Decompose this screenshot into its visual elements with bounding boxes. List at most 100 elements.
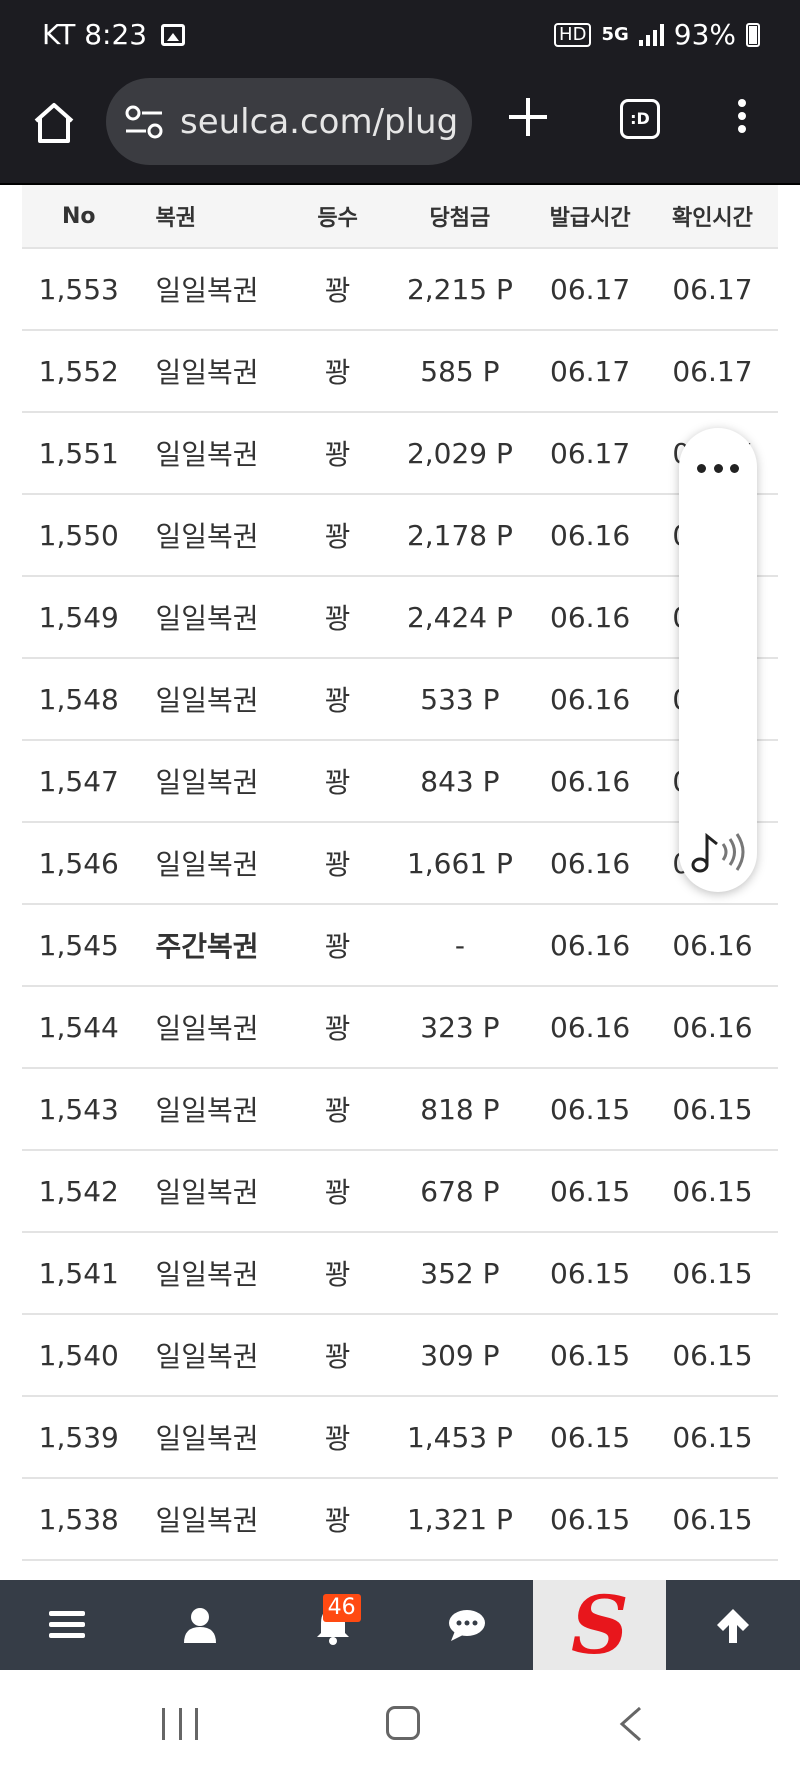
nav-alerts[interactable]: 46 [267,1580,400,1670]
row-lottery: 일일복권 [155,848,259,881]
row-no: 1,551 [38,436,119,470]
row-checked: 06.15 [672,1092,753,1126]
row-rank: 꽝 [324,1094,351,1127]
table-row: 1,551일일복권꽝2,029 P06.1706.17 [22,413,778,495]
system-nav-bar [0,1670,800,1778]
header-lottery: 복권 [155,206,197,231]
more-horiz-icon[interactable] [697,464,739,474]
hd-icon: HD [554,22,592,47]
system-home-icon[interactable] [386,1706,420,1740]
row-checked: 06.15 [672,1420,753,1454]
row-prize: 352 P [420,1256,500,1290]
row-lottery: 일일복권 [155,520,259,553]
row-checked: 06.15 [672,1338,753,1372]
row-lottery: 주간복권 [155,930,259,963]
nav-chat[interactable] [400,1580,533,1670]
nav-scroll-top[interactable] [666,1580,799,1670]
row-prize: 533 P [420,682,500,716]
row-issued: 06.16 [550,846,631,880]
hamburger-icon [48,1611,85,1638]
browser-toolbar: seulca.com/plug :D [0,75,800,185]
row-issued: 06.16 [550,928,631,962]
nav-menu[interactable] [0,1580,133,1670]
row-prize: 2,424 P [406,600,513,634]
back-icon[interactable] [616,1706,646,1742]
chat-bubble-icon [448,1610,485,1641]
row-rank: 꽝 [324,1258,351,1291]
row-checked: 06.17 [672,354,753,388]
row-no: 1,553 [38,272,119,306]
table-row: 1,544 일일복권 꽝 323 P 06.16 06.16 [22,987,778,1069]
table-row: 1,538 일일복권 꽝 1,321 P 06.15 06.15 [22,1479,778,1561]
row-lottery: 일일복권 [155,438,259,471]
row-rank: 꽝 [324,1340,351,1373]
row-no: 1,539 [38,1420,119,1454]
recent-apps-icon[interactable] [162,1708,198,1740]
header-checked: 확인시간 [671,206,753,231]
header-rank: 등수 [317,206,358,231]
row-lottery: 일일복권 [155,1422,259,1455]
row-rank: 꽝 [324,274,351,307]
row-rank: 꽝 [324,438,351,471]
url-text[interactable]: seulca.com/plug [180,102,458,142]
row-no: 1,552 [38,354,119,388]
tabs-icon[interactable]: :D [620,99,660,139]
carrier-time: KT 8:23 [42,18,148,51]
table-header: No 복권 등수 당첨금 발급시간 확인시간 [22,185,778,249]
row-prize: 843 P [420,764,500,798]
row-no: 1,550 [38,518,119,552]
nav-profile[interactable] [133,1580,266,1670]
row-no: 1,547 [38,764,119,798]
floating-toolbar[interactable] [679,428,757,892]
table-row: 1,541 일일복권 꽝 352 P 06.15 06.15 [22,1233,778,1315]
gallery-notification-icon [161,23,186,46]
row-issued: 06.16 [550,1010,631,1044]
table-row: 1,550일일복권꽝2,178 P06.1606.16 [22,495,778,577]
home-icon[interactable] [30,99,78,147]
row-issued: 06.17 [550,354,631,388]
row-rank: 꽝 [324,602,351,635]
table-row: 1,540 일일복권 꽝 309 P 06.15 06.15 [22,1315,778,1397]
row-prize: 818 P [420,1092,500,1126]
row-prize: 2,215 P [406,272,513,306]
row-issued: 06.16 [550,518,631,552]
row-lottery: 일일복권 [155,274,259,307]
row-prize: 2,178 P [406,518,513,552]
row-no: 1,544 [38,1010,119,1044]
row-lottery: 일일복권 [155,1258,259,1291]
more-vert-icon[interactable] [736,99,748,139]
row-issued: 06.16 [550,600,631,634]
row-no: 1,549 [38,600,119,634]
row-no: 1,546 [38,846,119,880]
row-issued: 06.17 [550,272,631,306]
row-lottery: 일일복권 [155,684,259,717]
row-prize: 323 P [420,1010,500,1044]
row-issued: 06.15 [550,1256,631,1290]
row-rank: 꽝 [324,848,351,881]
plus-icon[interactable] [505,94,551,140]
row-rank: 꽝 [324,356,351,389]
row-checked: 06.16 [672,928,753,962]
row-no: 1,545 [38,928,119,962]
header-no: No [62,203,96,229]
table-row: 1,552 일일복권 꽝 585 P 06.17 06.17 [22,331,778,413]
row-no: 1,540 [38,1338,119,1372]
row-lottery: 일일복권 [155,766,259,799]
arrow-up-icon [717,1609,750,1643]
table-row: 1,543 일일복권 꽝 818 P 06.15 06.15 [22,1069,778,1151]
row-prize: 678 P [420,1174,500,1208]
battery-icon [746,22,760,47]
music-note-icon[interactable] [691,830,745,874]
header-issued: 발급시간 [549,206,631,231]
row-issued: 06.15 [550,1092,631,1126]
row-rank: 꽝 [324,1504,351,1537]
row-rank: 꽝 [324,1422,351,1455]
tune-icon[interactable] [124,104,164,140]
nav-site-logo[interactable]: S [533,1580,667,1670]
row-prize: 309 P [420,1338,500,1372]
table-row: 1,553 일일복권 꽝 2,215 P 06.17 06.17 [22,249,778,331]
row-no: 1,543 [38,1092,119,1126]
address-bar[interactable]: seulca.com/plug [106,78,472,165]
app-bottom-nav: 46 S [0,1580,800,1670]
row-checked: 06.15 [672,1502,753,1536]
